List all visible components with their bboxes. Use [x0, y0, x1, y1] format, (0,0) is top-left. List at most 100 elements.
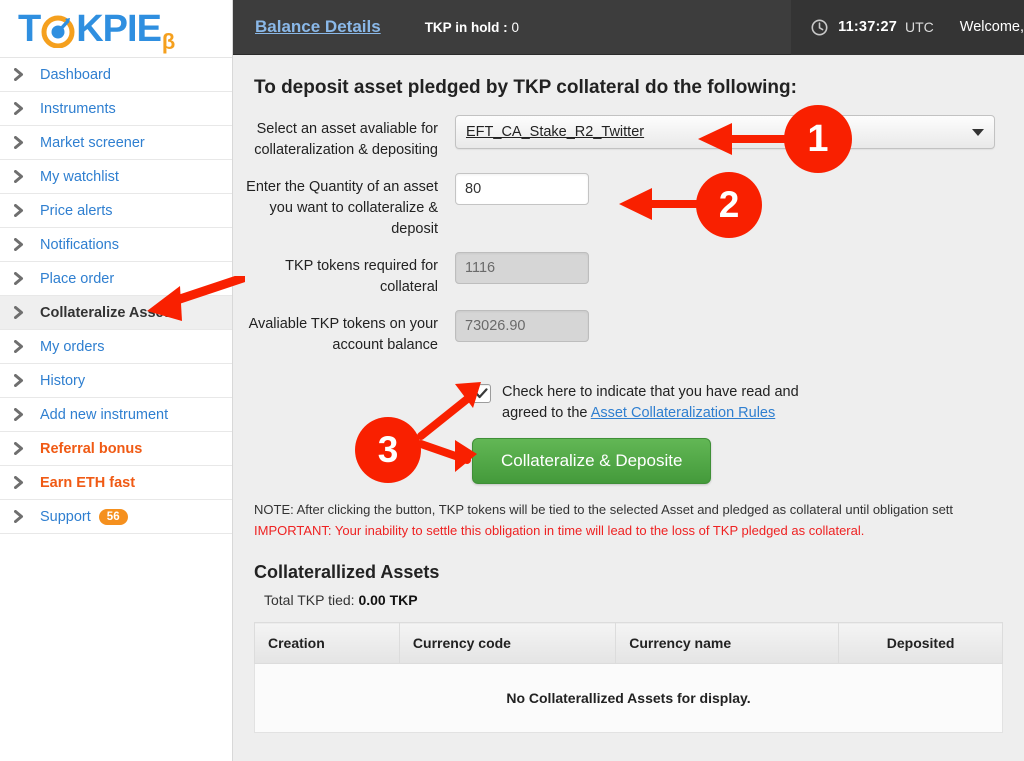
header-right: 11:37:27 UTC Welcome,: [791, 0, 1024, 55]
table-column-header: Currency name: [615, 622, 840, 664]
section-title-collateralized: Collaterallized Assets: [254, 562, 440, 582]
logo-beta: β: [161, 28, 175, 54]
chevron-right-icon: [14, 272, 30, 285]
logo[interactable]: T KPIE β: [0, 0, 232, 57]
sidebar-item-add-new-instrument[interactable]: Add new instrument: [0, 398, 232, 432]
collateralize-deposite-button[interactable]: Collateralize & Deposite: [472, 438, 712, 484]
collateralized-assets-table: Creation Currency code Currency name Deposi…: [254, 622, 1003, 733]
chevron-right-icon: [14, 204, 30, 217]
sidebar-item-history[interactable]: History: [0, 364, 232, 398]
sidebar-item-price-alerts[interactable]: Price alerts: [0, 194, 232, 228]
chevron-right-icon: [14, 238, 30, 251]
chevron-right-icon: [14, 306, 30, 319]
important-text: IMPORTANT: Your inability to settle this…: [254, 523, 865, 538]
logo-text-rest: KPIE: [76, 7, 162, 50]
sidebar-item-label: My watchlist: [40, 168, 119, 185]
sidebar-item-market-screener[interactable]: Market screener: [0, 126, 232, 160]
balance-details-link[interactable]: Balance Details: [255, 17, 381, 37]
table-column-header: Currency code: [398, 622, 617, 664]
sidebar-item-label: Instruments: [40, 100, 116, 117]
sidebar-item-label: Support: [40, 508, 91, 525]
table-header-row: Creation Currency code Currency name Deposi…: [254, 622, 1003, 664]
header-left: Balance Details TKP in hold : 0: [233, 17, 791, 37]
tkp-in-hold-label: TKP in hold :: [424, 19, 508, 35]
sidebar-item-earn-eth-fast[interactable]: Earn ETH fast: [0, 466, 232, 500]
chevron-right-icon: [14, 102, 30, 115]
sidebar: T KPIE β Dashboard Instruments Market scre…: [0, 0, 233, 761]
chevron-right-icon: [14, 136, 30, 149]
sidebar-item-label: Earn ETH fast: [40, 474, 136, 491]
header-timezone: UTC: [905, 19, 934, 35]
tkp-required-label: TKP tokens required for collateral: [285, 258, 438, 295]
logo-text-first: T: [18, 7, 41, 50]
asset-collateralization-rules-link[interactable]: Asset Collateralization Rules: [591, 405, 776, 421]
tkp-available-field: [455, 310, 1024, 342]
sidebar-item-instruments[interactable]: Instruments: [0, 92, 232, 126]
total-tkp-tied-value: 0.00 TKP: [358, 592, 418, 608]
sidebar-nav: Dashboard Instruments Market screener My wa…: [0, 57, 232, 534]
asset-field: EFT_CA_Stake_R2_Twitter: [455, 115, 1024, 149]
table-body: No Collaterallized Assets for display.: [254, 663, 1003, 733]
agreement-checkbox[interactable]: [472, 384, 491, 403]
chevron-right-icon: [14, 476, 30, 489]
form-row-tkp-required: TKP tokens required for collateral: [233, 252, 1024, 298]
submit-row: Collateralize & Deposite: [233, 438, 1024, 484]
asset-select-value: EFT_CA_Stake_R2_Twitter: [466, 124, 645, 140]
sidebar-item-label: History: [40, 372, 86, 389]
sidebar-item-notifications[interactable]: Notifications: [0, 228, 232, 262]
agreement-text: Check here to indicate that you have rea…: [502, 382, 812, 424]
sidebar-item-label: Collateralize Asset: [40, 304, 169, 321]
sidebar-item-place-order[interactable]: Place order: [0, 262, 232, 296]
chevron-down-icon: [972, 128, 984, 136]
collateralized-assets-table-wrap: Creation Currency code Currency name Deposi…: [233, 608, 1024, 733]
table-empty-row: No Collaterallized Assets for display.: [254, 663, 1003, 733]
note-text: NOTE: After clicking the button, TKP tok…: [254, 502, 954, 517]
sidebar-item-my-orders[interactable]: My orders: [0, 330, 232, 364]
agreement-row: Check here to indicate that you have rea…: [233, 382, 1024, 424]
annotation-marker-3: 3: [355, 417, 421, 483]
asset-label: Select an asset avaliable for collateral…: [254, 121, 438, 158]
sidebar-item-label: Notifications: [40, 236, 119, 253]
tkp-in-hold: TKP in hold : 0: [425, 20, 519, 35]
sidebar-item-referral-bonus[interactable]: Referral bonus: [0, 432, 232, 466]
top-header: Balance Details TKP in hold : 0 11:37:27…: [233, 0, 1024, 55]
total-tkp-tied-label: Total TKP tied:: [264, 592, 355, 608]
checkmark-icon: [475, 388, 488, 399]
header-time: 11:37:27: [838, 19, 898, 35]
sidebar-item-label: My orders: [40, 338, 105, 355]
quantity-input[interactable]: [455, 173, 589, 205]
total-tkp-tied: Total TKP tied: 0.00 TKP: [233, 583, 1024, 608]
chevron-right-icon: [14, 408, 30, 421]
quantity-label: Enter the Quantity of an asset you want …: [246, 179, 438, 237]
sidebar-item-label: Dashboard: [40, 66, 111, 83]
sidebar-item-dashboard[interactable]: Dashboard: [0, 58, 232, 92]
sidebar-item-collateralize-asset[interactable]: Collateralize Asset: [0, 296, 232, 330]
sidebar-item-badge: 56: [98, 508, 128, 525]
form-row-asset: Select an asset avaliable for collateral…: [233, 115, 1024, 161]
chevron-right-icon: [14, 68, 30, 81]
page-title: To deposit asset pledged by TKP collater…: [254, 77, 797, 98]
table-column-header: Creation: [254, 622, 400, 664]
chevron-right-icon: [14, 374, 30, 387]
annotation-marker-2: 2: [696, 172, 762, 238]
table-head: Creation Currency code Currency name Deposi…: [254, 622, 1003, 664]
sidebar-item-label: Price alerts: [40, 202, 113, 219]
annotation-marker-3-text: 3: [377, 429, 399, 470]
annotation-marker-1-text: 1: [807, 117, 829, 160]
asset-select[interactable]: EFT_CA_Stake_R2_Twitter: [455, 115, 995, 149]
table-column-header: Deposited: [838, 622, 1003, 664]
table-empty-message: No Collaterallized Assets for display.: [254, 663, 1003, 733]
app-root: T KPIE β Dashboard Instruments Market scre…: [0, 0, 1024, 761]
tkp-available-input: [455, 310, 589, 342]
tkp-available-label: Avaliable TKP tokens on your account bal…: [248, 316, 438, 353]
sidebar-item-label: Place order: [40, 270, 115, 287]
clock-icon: [811, 19, 828, 36]
chevron-right-icon: [14, 442, 30, 455]
sidebar-item-my-watchlist[interactable]: My watchlist: [0, 160, 232, 194]
tkp-in-hold-value: 0: [511, 19, 519, 35]
sidebar-item-label: Market screener: [40, 134, 145, 151]
chevron-right-icon: [14, 510, 30, 523]
tkp-required-field: [455, 252, 1024, 284]
main-content: To deposit asset pledged by TKP collater…: [233, 55, 1024, 761]
sidebar-item-support[interactable]: Support 56: [0, 500, 232, 534]
